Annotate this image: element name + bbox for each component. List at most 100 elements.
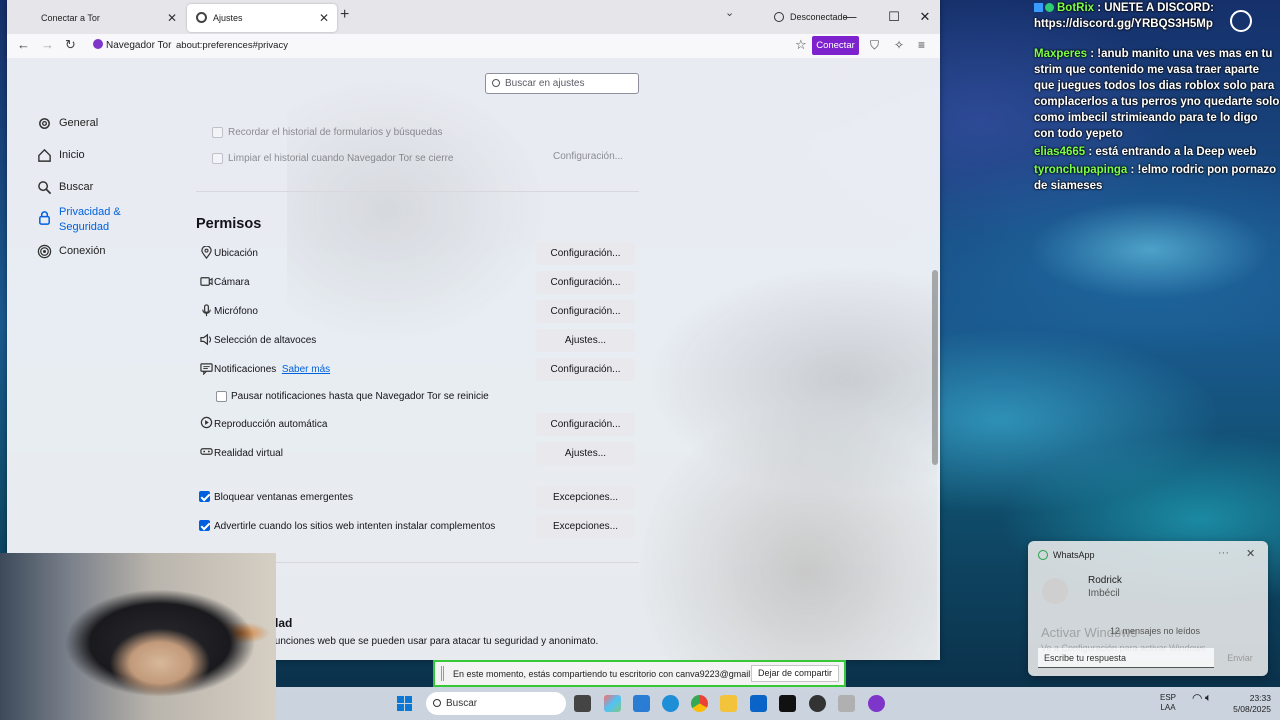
onion-connection-icon [37, 244, 52, 259]
tor-browser-icon[interactable] [868, 695, 885, 712]
wifi-icon[interactable]: ◠ [1192, 692, 1202, 704]
whatsapp-notification[interactable]: WhatsApp ··· ✕ Rodrick Imbécil Activar W… [1028, 541, 1268, 676]
copilot-icon[interactable] [604, 695, 621, 712]
sidebar-item-label: General [59, 117, 99, 129]
close-tab-icon[interactable]: ✕ [167, 4, 177, 32]
send-button[interactable]: Enviar [1220, 648, 1260, 668]
autoplay-settings-button[interactable]: Configuración... [536, 413, 635, 436]
remember-forms-label: Recordar el historial de formularios y b… [228, 127, 443, 138]
task-view-icon[interactable] [574, 695, 591, 712]
warn-addons-checkbox[interactable] [199, 520, 210, 531]
menu-icon[interactable]: ≡ [918, 38, 925, 52]
sidebar-item-conexion[interactable]: Conexión [37, 244, 105, 259]
drag-handle-icon[interactable] [441, 666, 444, 681]
screen-share-bar: En este momento, estás compartiendo tu e… [433, 660, 846, 687]
chat-text: : está entrando a la Deep weeb [1088, 146, 1257, 158]
chat-message: Maxperes : !anub manito una ves mas en t… [1034, 46, 1280, 142]
minimize-button[interactable]: — [835, 0, 865, 34]
tab-ajustes[interactable]: Ajustes ✕ [187, 4, 337, 32]
tab-list-chevron-icon[interactable]: ⌄ [725, 6, 734, 19]
sidebar-item-label: Privacidad & Seguridad [59, 206, 121, 233]
history-settings-button[interactable]: Configuración... [536, 145, 640, 168]
sidebar-item-buscar[interactable]: Buscar [37, 181, 93, 195]
tab-label: Ajustes [213, 13, 243, 23]
tab-conectar-a-tor[interactable]: Conectar a Tor ✕ [31, 4, 185, 32]
notifications-settings-button[interactable]: Configuración... [536, 358, 635, 381]
permission-label-microfono: Micrófono [214, 306, 258, 317]
camera-settings-button[interactable]: Configuración... [536, 271, 635, 294]
pause-notifications-checkbox[interactable] [216, 391, 227, 402]
forward-button[interactable]: → [41, 37, 54, 52]
tiktok-icon[interactable] [779, 695, 796, 712]
permission-label-vr: Realidad virtual [214, 448, 283, 459]
notification-body: Imbécil [1088, 588, 1120, 599]
block-popups-label: Bloquear ventanas emergentes [214, 492, 353, 503]
sidebar-item-general[interactable]: General [37, 117, 98, 129]
clear-history-checkbox[interactable] [212, 153, 223, 164]
bookmark-star-icon[interactable]: ☆ [795, 37, 807, 53]
outlook-icon[interactable] [750, 695, 767, 712]
chat-username: BotRix [1057, 2, 1095, 14]
tor-identity-pill[interactable]: Navegador Tor [93, 39, 171, 51]
volume-icon[interactable]: 🔈︎ [1205, 693, 1212, 704]
reload-button[interactable]: ↻ [65, 37, 76, 53]
edge-icon[interactable] [662, 695, 679, 712]
settings-search-input[interactable]: Buscar en ajustes [485, 73, 639, 94]
speaker-icon [200, 333, 212, 346]
disconnected-icon [774, 12, 784, 22]
addons-exceptions-button[interactable]: Excepciones... [536, 515, 635, 538]
maximize-button[interactable]: ☐ [879, 0, 909, 34]
microphone-icon [202, 304, 211, 317]
clear-history-label: Limpiar el historial cuando Navegador To… [228, 153, 454, 164]
unread-count: 12 mensajes no leídos [1110, 626, 1201, 636]
chrome-icon[interactable] [691, 695, 708, 712]
learn-more-link[interactable]: Saber más [282, 364, 330, 375]
tab-label: Conectar a Tor [41, 13, 100, 23]
gear-icon [39, 118, 50, 129]
chat-username: Maxperes [1034, 48, 1088, 60]
search-placeholder: Buscar en ajustes [505, 78, 585, 89]
file-explorer-icon[interactable] [720, 695, 737, 712]
new-identity-icon[interactable]: ✧ [894, 38, 904, 52]
reply-input[interactable]: Escribe tu respuesta [1038, 648, 1214, 668]
address-bar[interactable]: Navegador Tor about:preferences#privacy [89, 36, 789, 56]
speaker-settings-button[interactable]: Ajustes... [536, 329, 635, 352]
connect-button[interactable]: Conectar [812, 36, 859, 55]
scrollbar-thumb[interactable] [932, 270, 938, 465]
system-clock[interactable]: 23:33 5/08/2025 [1221, 693, 1271, 715]
shield-icon[interactable]: ⛉ [870, 38, 879, 53]
chat-text: : !anub manito una ves mas en tu strim q… [1034, 48, 1280, 140]
remember-forms-checkbox[interactable] [212, 127, 223, 138]
screen-share-text: En este momento, estás compartiendo tu e… [453, 669, 770, 679]
chat-overlay-icon [1230, 10, 1252, 32]
chat-username: elias4665 [1034, 146, 1086, 158]
close-window-button[interactable]: ✕ [910, 0, 940, 34]
more-options-icon[interactable]: ··· [1218, 547, 1229, 559]
location-settings-button[interactable]: Configuración... [536, 242, 635, 265]
vr-settings-button[interactable]: Ajustes... [536, 442, 635, 465]
permissions-heading: Permisos [196, 216, 262, 232]
store-icon[interactable] [633, 695, 650, 712]
obs-icon[interactable] [809, 695, 826, 712]
sidebar-item-privacidad[interactable]: Privacidad & Seguridad [37, 205, 147, 235]
stop-sharing-button[interactable]: Dejar de compartir [751, 665, 839, 682]
taskbar-search[interactable]: Buscar [426, 692, 566, 715]
close-icon[interactable]: ✕ [1246, 547, 1255, 560]
page-scrollbar[interactable] [932, 60, 938, 660]
home-icon [38, 148, 51, 162]
back-button[interactable]: ← [17, 37, 30, 52]
whatsapp-icon [1038, 550, 1048, 560]
popups-exceptions-button[interactable]: Excepciones... [536, 486, 635, 509]
webcam-overlay [0, 553, 276, 720]
new-tab-button[interactable]: + [340, 6, 349, 24]
search-icon [38, 181, 52, 195]
warn-addons-label: Advertirle cuando los sitios web intente… [214, 521, 496, 532]
windows-start-icon[interactable] [397, 696, 412, 711]
sidebar-item-inicio[interactable]: Inicio [37, 148, 85, 162]
block-popups-checkbox[interactable] [199, 491, 210, 502]
microphone-settings-button[interactable]: Configuración... [536, 300, 635, 323]
gear-icon [196, 12, 207, 23]
language-indicator[interactable]: ESP LAA [1160, 693, 1176, 713]
close-tab-icon[interactable]: ✕ [319, 4, 329, 32]
app-icon[interactable] [838, 695, 855, 712]
